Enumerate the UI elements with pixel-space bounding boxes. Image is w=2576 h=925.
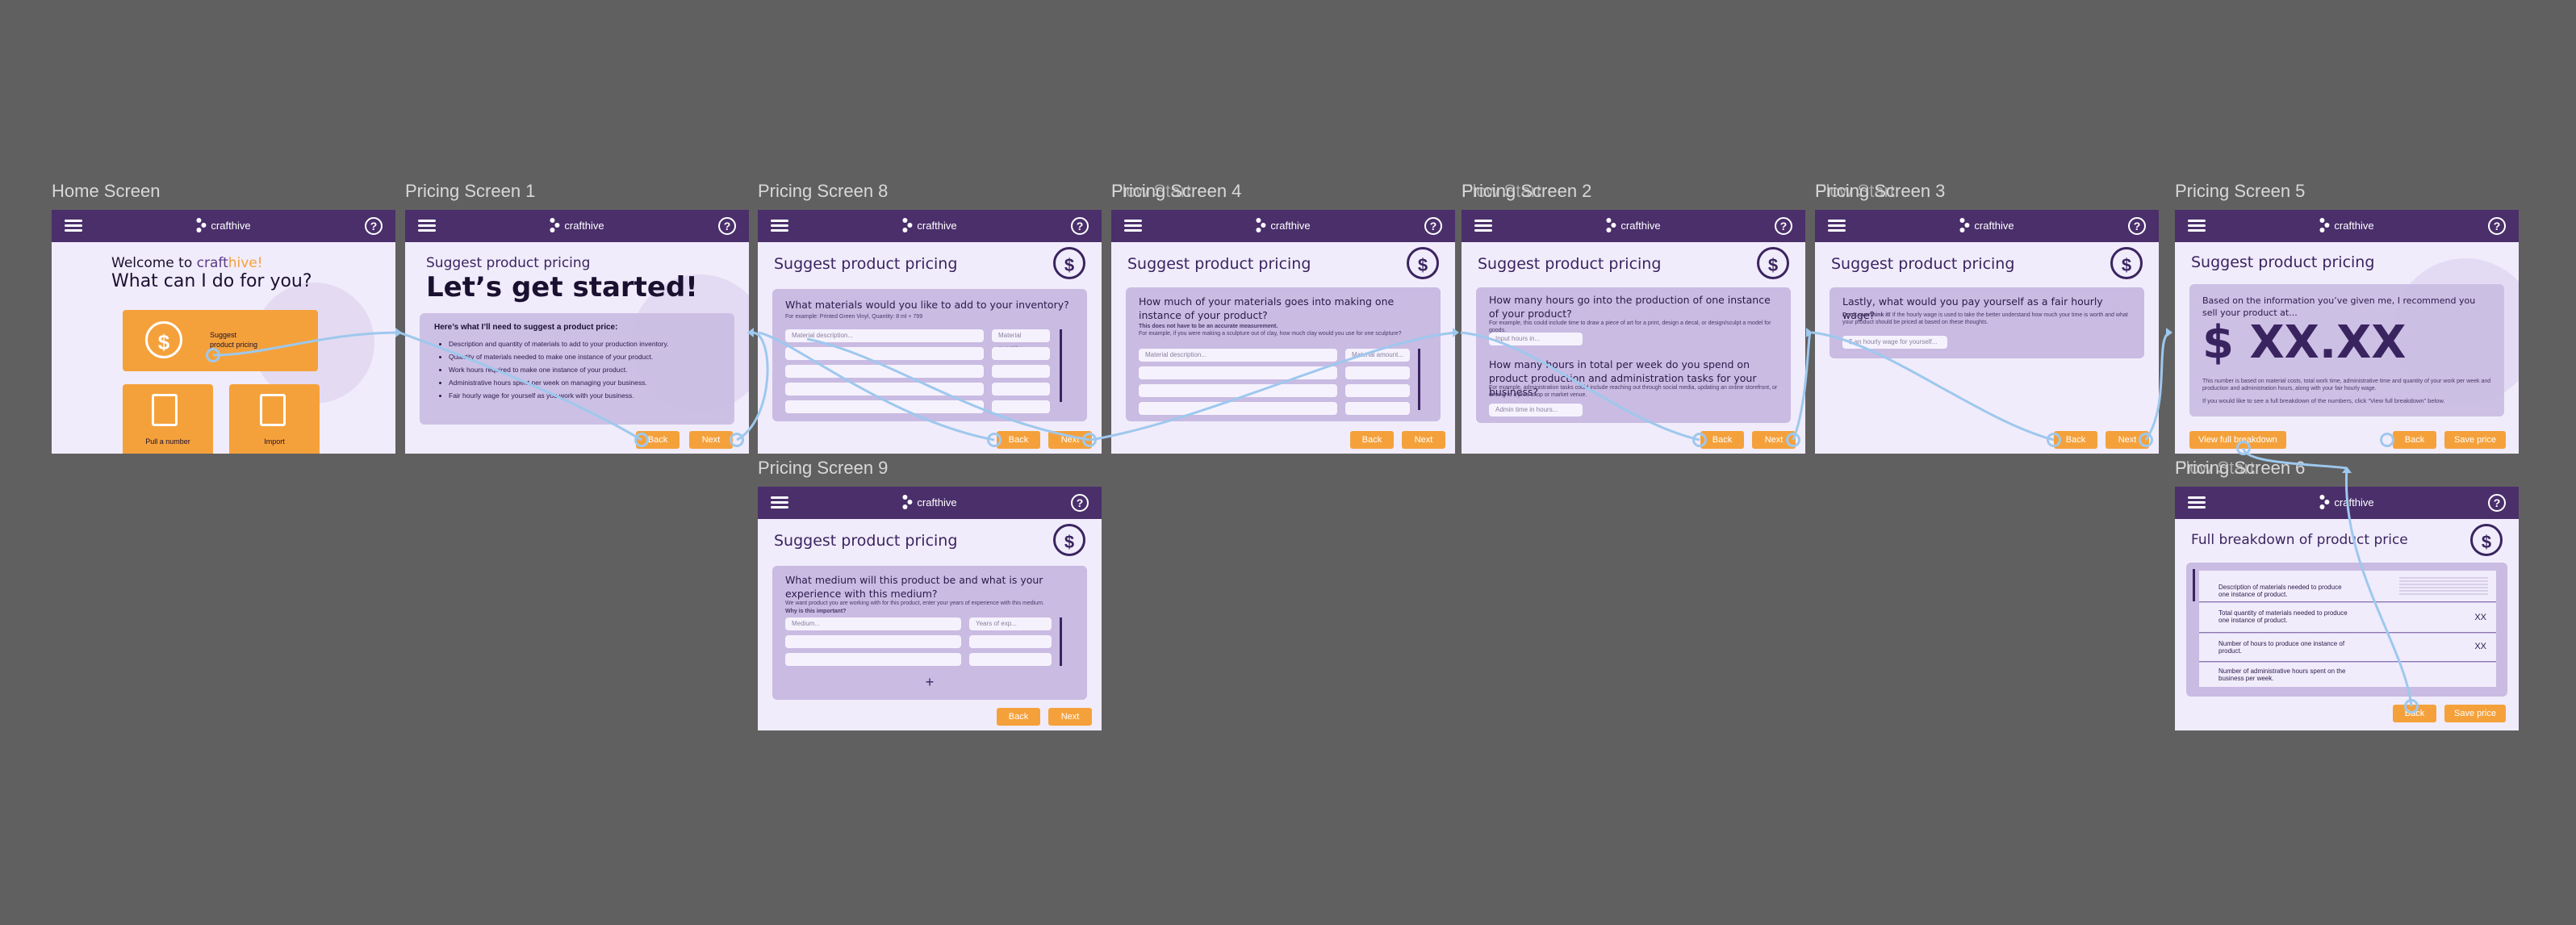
- connector-handle[interactable]: [2380, 433, 2394, 447]
- connector-handle[interactable]: [2236, 441, 2251, 455]
- connector-handle[interactable]: [987, 433, 1002, 447]
- connector-handle[interactable]: [2139, 433, 2153, 447]
- arrow-head: [395, 328, 402, 337]
- connector-handle[interactable]: [1692, 433, 1707, 447]
- connector-p8-back: [758, 331, 995, 442]
- connector-home-to-p1: [212, 331, 400, 357]
- connector-handle[interactable]: [2047, 433, 2061, 447]
- connector-p8-next: [806, 337, 1090, 442]
- arrow-head: [1453, 328, 1459, 337]
- arrow-head: [2166, 328, 2172, 337]
- connector-handle[interactable]: [1786, 433, 1800, 447]
- connector-p2-next: [1792, 332, 1812, 441]
- connector-p1-to-p8: [736, 331, 769, 442]
- connector-handle[interactable]: [206, 348, 220, 362]
- connector-handle[interactable]: [1082, 433, 1097, 447]
- connector-p1-back: [399, 331, 642, 442]
- connector-handle[interactable]: [2404, 699, 2419, 714]
- connector-handle[interactable]: [634, 433, 649, 447]
- connector-handle[interactable]: [730, 433, 744, 447]
- connector-p4-next: [1089, 331, 1457, 442]
- prototype-connectors: [212, 328, 2413, 707]
- connector-p5-to-p6: [2242, 447, 2348, 470]
- arrow-head: [747, 328, 754, 337]
- connector-p3-next: [2144, 331, 2170, 441]
- connector-p2-back: [1460, 331, 1700, 442]
- connector-p3-back: [1811, 331, 2055, 442]
- connector-p6-back: [2344, 467, 2413, 707]
